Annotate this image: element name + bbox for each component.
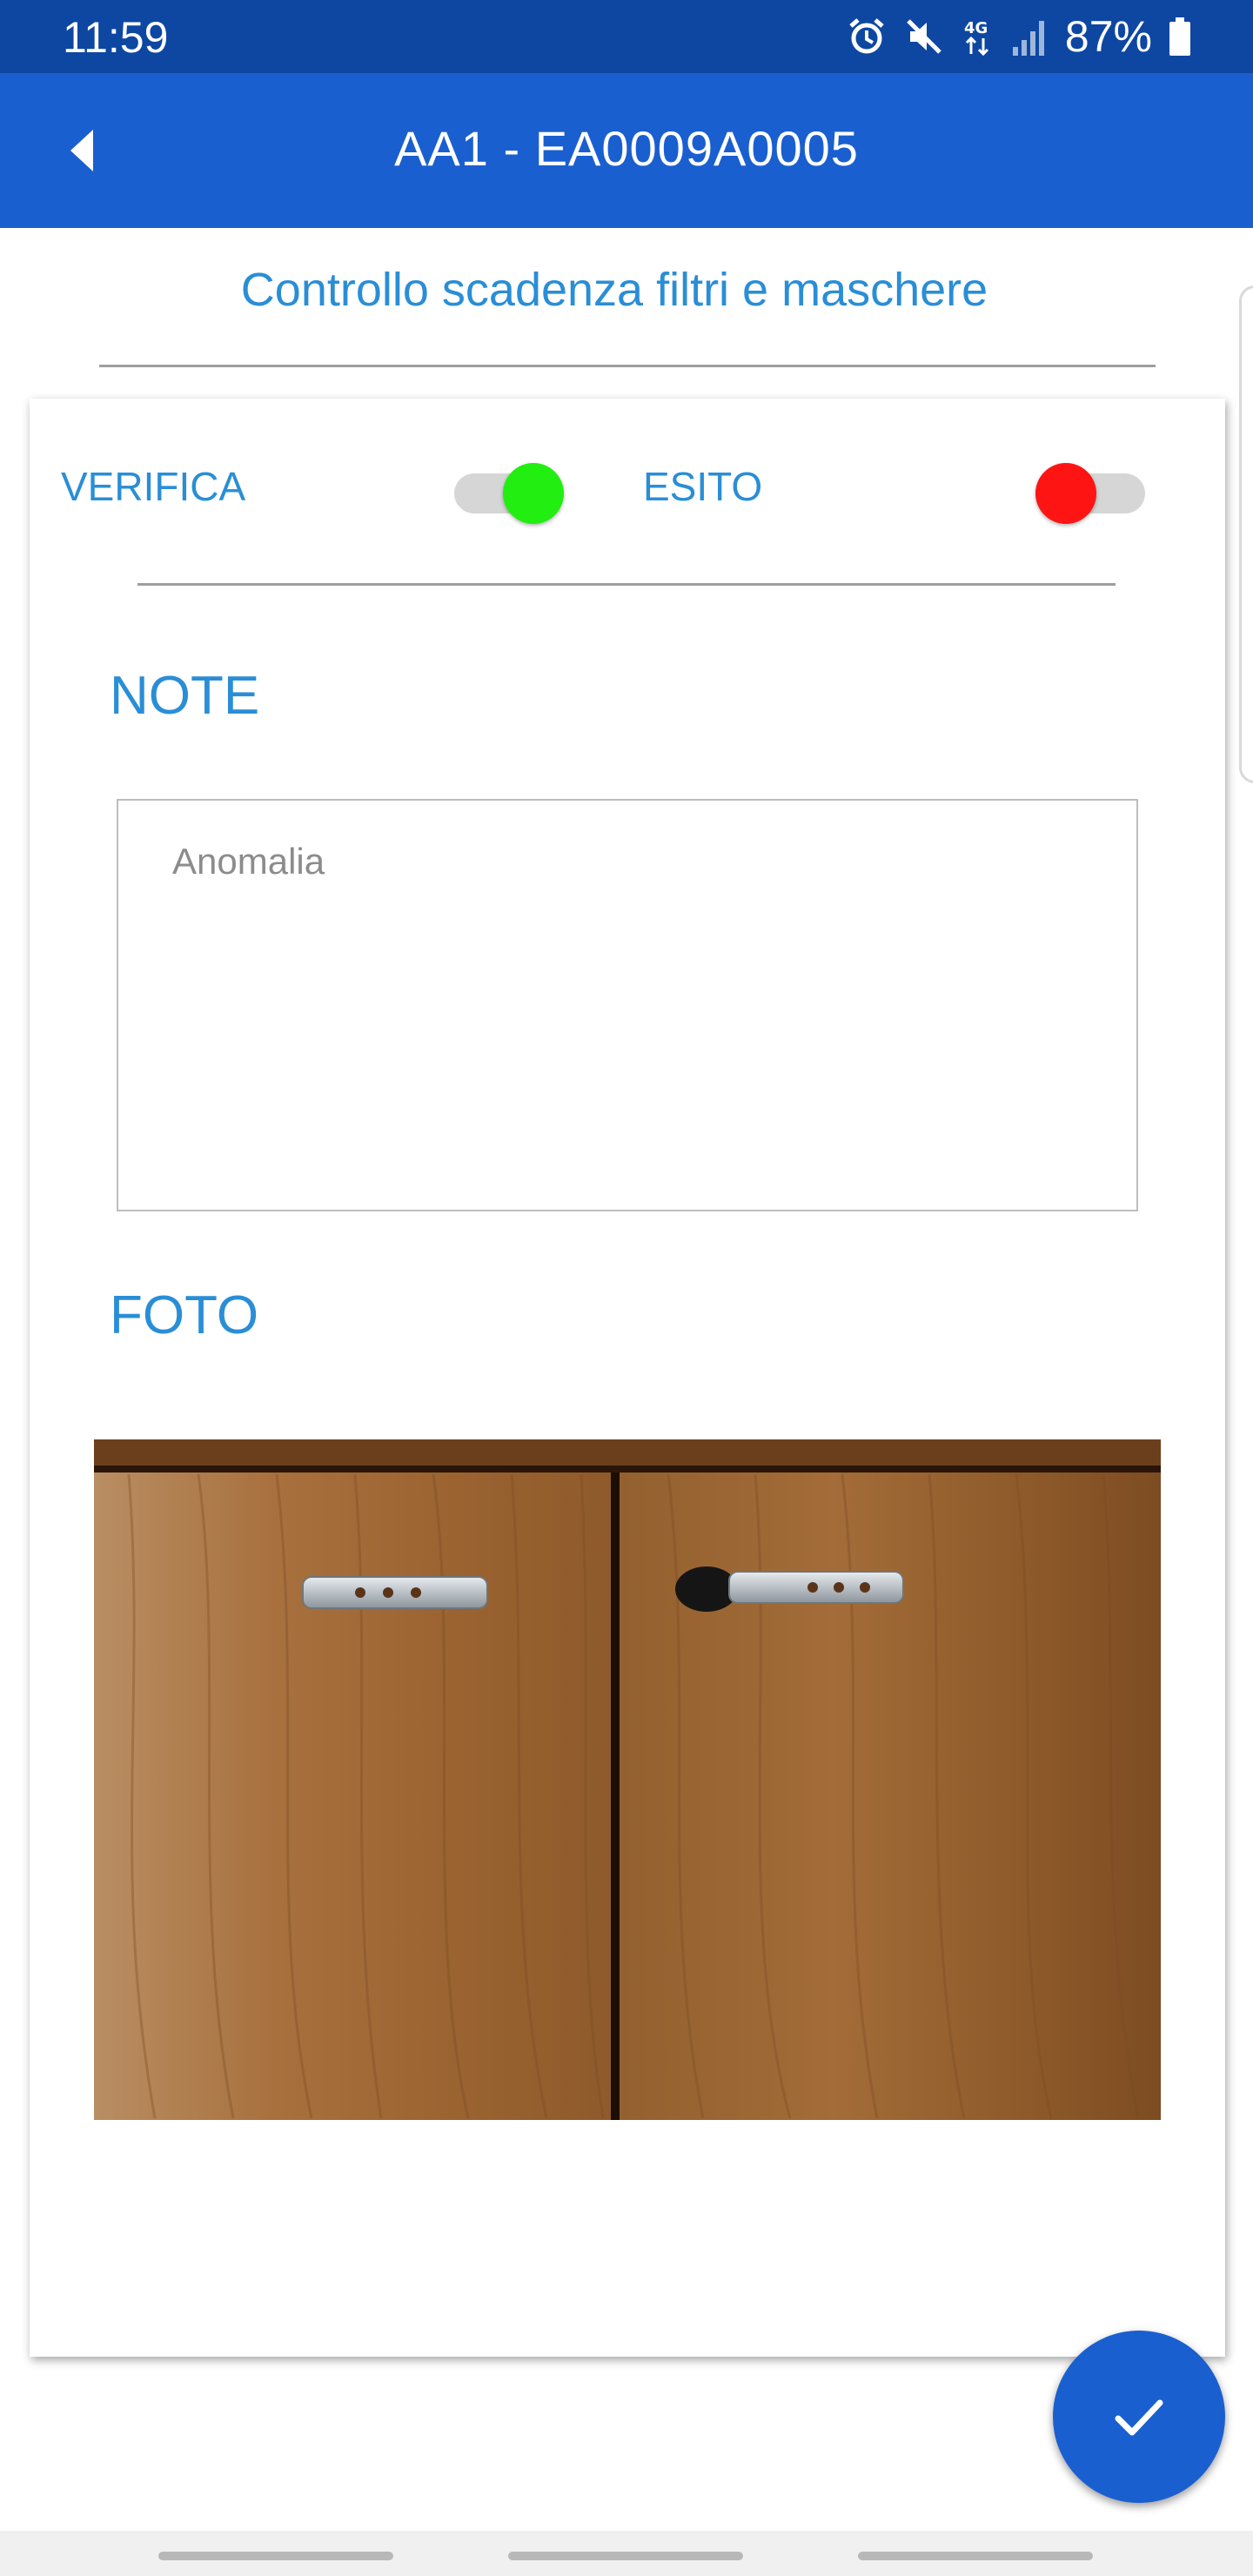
- verifica-toggle[interactable]: [454, 454, 564, 524]
- alarm-icon: [849, 18, 884, 54]
- mute-icon: [907, 19, 941, 54]
- foto-image[interactable]: [94, 1439, 1161, 2120]
- network-4g-icon: 4G: [964, 19, 988, 57]
- section-title: Controllo scadenza filtri e maschere: [240, 264, 988, 316]
- check-card: VERIFICA ESITO NOTE Anomalia FOTO: [30, 399, 1225, 2357]
- page-title: AA1 - EA0009A0005: [394, 121, 859, 176]
- section-divider: [99, 365, 1156, 367]
- esito-toggle-thumb: [1035, 463, 1096, 524]
- status-bar: 11:59 4G 87%: [0, 0, 1253, 73]
- network-label: 4G: [964, 19, 988, 37]
- status-icons: 4G 87%: [846, 12, 1192, 61]
- note-label: NOTE: [110, 666, 260, 726]
- signal-icon: [1012, 21, 1044, 56]
- esito-toggle[interactable]: [1035, 454, 1145, 524]
- check-icon: [1115, 2399, 1163, 2436]
- esito-label: ESITO: [643, 464, 763, 509]
- app-bar: AA1 - EA0009A0005: [0, 73, 1253, 228]
- verifica-toggle-thumb: [503, 463, 564, 524]
- nav-back-handle[interactable]: [858, 2552, 1093, 2560]
- system-nav-bar: [0, 2531, 1253, 2576]
- confirm-fab-button[interactable]: [1053, 2331, 1225, 2503]
- adjacent-page-edge: [1239, 285, 1253, 783]
- foto-label: FOTO: [110, 1285, 259, 1345]
- battery-percentage: 87%: [1064, 12, 1152, 61]
- status-time: 11:59: [63, 13, 169, 62]
- card-divider: [137, 583, 1116, 586]
- battery-icon: [1169, 17, 1190, 56]
- note-textarea[interactable]: Anomalia: [117, 799, 1138, 1211]
- verifica-label: VERIFICA: [61, 464, 246, 509]
- nav-home-handle[interactable]: [508, 2552, 743, 2560]
- nav-recents-handle[interactable]: [158, 2552, 393, 2560]
- wooden-cabinet-doors-photo: [94, 1439, 1161, 2120]
